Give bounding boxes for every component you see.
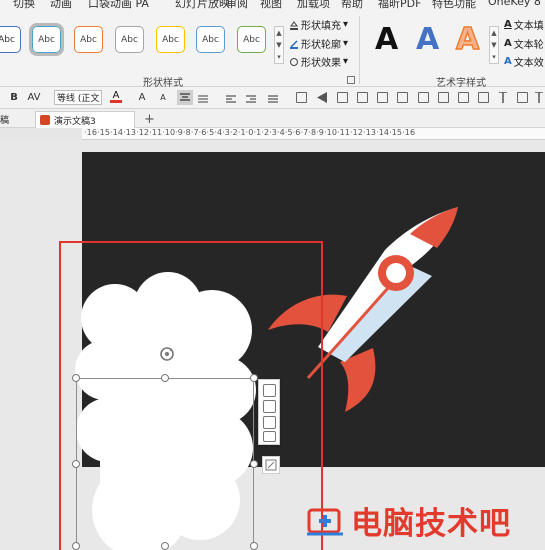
selected-shape-bounds[interactable] [76,378,254,550]
shape-icon[interactable] [263,384,276,397]
heart-icon[interactable] [263,431,276,442]
resize-handle[interactable] [72,542,80,550]
resize-handle[interactable] [250,460,258,468]
watermark-text: 电脑技术吧 [351,505,511,542]
resize-handle[interactable] [250,542,258,550]
resize-handle[interactable] [161,542,169,550]
layout-options-button[interactable] [262,456,280,474]
app-window: 切换 动画 口袋动画 PA 幻灯片放映 审阅 视图 加载项 帮助 福昕PDF 特… [0,0,545,550]
watermark: 电脑技术吧 [305,498,545,542]
resize-handle[interactable] [72,374,80,382]
rotate-handle-icon[interactable] [158,345,176,363]
picture-icon[interactable] [263,400,276,413]
fill-icon[interactable] [263,416,276,429]
resize-handle[interactable] [161,374,169,382]
resize-handle[interactable] [72,460,80,468]
layout-options-icon [265,459,277,471]
shape-quick-toolbar [258,379,280,445]
watermark-logo-icon [307,508,343,536]
resize-handle[interactable] [250,374,258,382]
